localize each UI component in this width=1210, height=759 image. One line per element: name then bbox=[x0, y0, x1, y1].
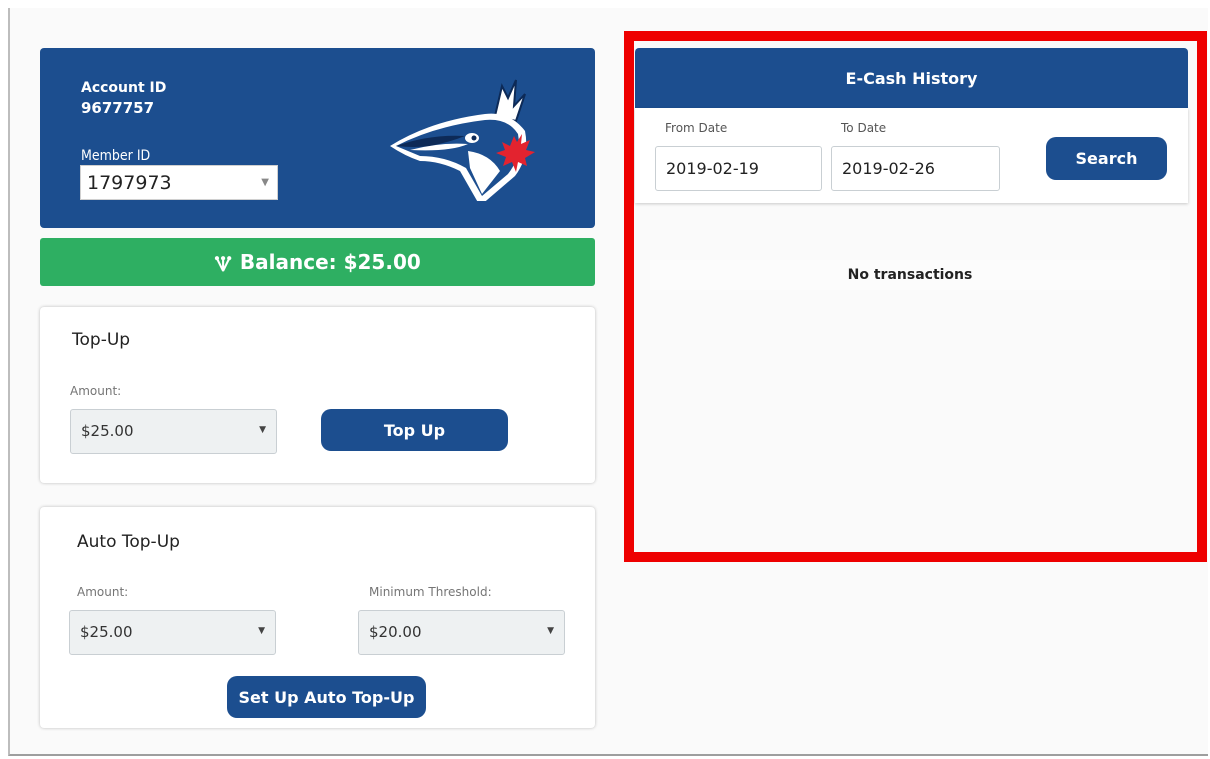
account-id-value: 9677757 bbox=[81, 99, 155, 117]
threshold-select[interactable]: $20.00 ▼ bbox=[358, 610, 565, 655]
balance-text: Balance: $25.00 bbox=[239, 250, 421, 274]
chevron-down-icon: ▼ bbox=[547, 626, 554, 636]
member-id-value: 1797973 bbox=[87, 172, 172, 194]
blue-jay-logo-icon bbox=[390, 79, 535, 201]
member-id-select[interactable]: 1797973 ▼ bbox=[80, 165, 278, 200]
to-date-label: To Date bbox=[841, 121, 887, 135]
search-button[interactable]: Search bbox=[1046, 137, 1167, 180]
topup-amount-value: $25.00 bbox=[81, 422, 134, 440]
money-bag-icon: 🝢 bbox=[214, 251, 232, 276]
no-transactions-text: No transactions bbox=[650, 260, 1170, 290]
chevron-down-icon: ▼ bbox=[259, 425, 266, 435]
top-up-button[interactable]: Top Up bbox=[321, 409, 508, 451]
topup-title: Top-Up bbox=[72, 330, 131, 350]
threshold-value: $20.00 bbox=[369, 623, 422, 641]
from-date-input[interactable]: 2019-02-19 bbox=[655, 146, 822, 191]
topup-amount-select[interactable]: $25.00 ▼ bbox=[70, 409, 277, 454]
auto-topup-amount-select[interactable]: $25.00 ▼ bbox=[69, 610, 276, 655]
chevron-down-icon: ▼ bbox=[261, 177, 269, 188]
set-up-auto-top-up-button[interactable]: Set Up Auto Top-Up bbox=[227, 676, 426, 718]
account-id-label: Account ID bbox=[81, 80, 167, 96]
member-id-label: Member ID bbox=[81, 148, 151, 164]
chevron-down-icon: ▼ bbox=[258, 626, 265, 636]
auto-topup-amount-value: $25.00 bbox=[80, 623, 133, 641]
from-date-label: From Date bbox=[665, 121, 728, 135]
history-header: E-Cash History bbox=[635, 48, 1188, 108]
to-date-input[interactable]: 2019-02-26 bbox=[831, 146, 1000, 191]
auto-topup-amount-label: Amount: bbox=[77, 585, 129, 599]
balance-bar: 🝢 Balance: $25.00 bbox=[40, 238, 595, 286]
history-filter-panel: From Date 2019-02-19 To Date 2019-02-26 … bbox=[635, 108, 1188, 203]
auto-topup-card: Auto Top-Up Amount: $25.00 ▼ Minimum Thr… bbox=[40, 507, 595, 728]
topup-card: Top-Up Amount: $25.00 ▼ Top Up bbox=[40, 307, 595, 483]
threshold-label: Minimum Threshold: bbox=[369, 585, 492, 599]
topup-amount-label: Amount: bbox=[70, 384, 122, 398]
account-card: Account ID 9677757 Member ID 1797973 ▼ bbox=[40, 48, 595, 228]
auto-topup-title: Auto Top-Up bbox=[77, 532, 180, 552]
